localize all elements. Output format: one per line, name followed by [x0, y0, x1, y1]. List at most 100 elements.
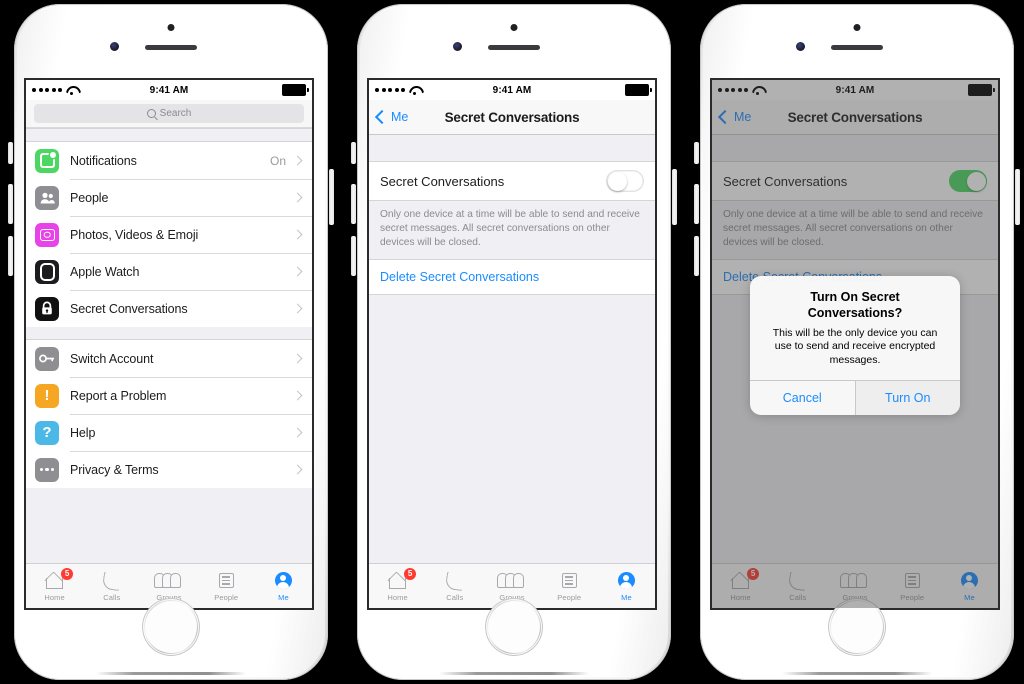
tab-home[interactable]: 5 Home — [369, 564, 426, 608]
settings-group-1: Notifications On People Photos, Videos &… — [26, 142, 312, 327]
key-glyph — [39, 354, 54, 363]
settings-row-apple-watch[interactable]: Apple Watch — [26, 253, 312, 290]
front-camera-icon — [453, 42, 462, 51]
volume-down-button[interactable] — [694, 236, 699, 276]
search-bar[interactable]: Search — [26, 100, 312, 128]
home-badge: 5 — [61, 567, 74, 580]
tab-calls[interactable]: Calls — [426, 564, 483, 608]
volume-down-button[interactable] — [8, 236, 13, 276]
phone-device-2: 9:41 AM Me Secret Conversations Secret C… — [349, 4, 679, 680]
row-label: Privacy & Terms — [70, 462, 159, 477]
delete-secret-conversations-button[interactable]: Delete Secret Conversations — [369, 260, 655, 296]
secret-conversations-toggle-row[interactable]: Secret Conversations — [369, 162, 655, 201]
tab-label: Calls — [446, 592, 464, 602]
tab-calls[interactable]: Calls — [83, 564, 140, 608]
alert-body: Turn On Secret Conversations? This will … — [750, 276, 960, 380]
volume-down-button[interactable] — [351, 236, 356, 276]
battery-full-icon — [625, 84, 652, 96]
people-glyph — [40, 192, 55, 203]
tab-people[interactable]: People — [198, 564, 255, 608]
status-bar-right — [282, 84, 309, 96]
chevron-right-icon — [292, 390, 303, 401]
phone-screen-2: 9:41 AM Me Secret Conversations Secret C… — [369, 80, 655, 608]
list-section-gap — [26, 327, 312, 340]
earpiece-speaker — [488, 45, 540, 50]
status-bar: 9:41 AM — [369, 80, 655, 100]
power-button[interactable] — [1015, 169, 1020, 225]
search-input[interactable]: Search — [34, 104, 304, 123]
home-icon: 5 — [388, 567, 417, 591]
empty-area — [369, 295, 655, 563]
settings-row-people[interactable]: People — [26, 179, 312, 216]
settings-row-switch-account[interactable]: Switch Account — [26, 340, 312, 377]
avatar-icon — [617, 571, 635, 591]
proximity-sensor-icon — [510, 24, 518, 31]
chevron-right-icon — [292, 464, 303, 475]
row-value: On — [269, 153, 286, 168]
chevron-right-icon — [292, 303, 303, 314]
bottom-antenna-line — [96, 672, 246, 675]
settings-row-help[interactable]: ? Help — [26, 414, 312, 451]
groups-icon — [154, 571, 181, 591]
groups-icon — [497, 571, 524, 591]
home-icon: 5 — [45, 567, 74, 591]
question-icon: ? — [35, 420, 59, 445]
warning-icon: ! — [35, 383, 59, 408]
lock-icon — [35, 296, 59, 321]
secret-conversations-toggle[interactable] — [606, 170, 644, 192]
phone-icon — [444, 570, 465, 591]
people-icon — [35, 185, 59, 210]
tab-label: Home — [387, 592, 408, 602]
front-camera-icon — [110, 42, 119, 51]
silent-switch[interactable] — [8, 142, 13, 164]
chevron-right-icon — [292, 353, 303, 364]
row-label: Apple Watch — [70, 264, 140, 279]
phone-screen-3: 9:41 AM Me Secret Conversations Secret C… — [712, 80, 998, 608]
volume-up-button[interactable] — [8, 184, 13, 224]
settings-row-photos-videos-emoji[interactable]: Photos, Videos & Emoji — [26, 216, 312, 253]
apple-watch-icon — [35, 259, 59, 284]
row-label: Switch Account — [70, 351, 154, 366]
settings-row-notifications[interactable]: Notifications On — [26, 142, 312, 179]
lock-glyph — [42, 301, 52, 315]
power-button[interactable] — [672, 169, 677, 225]
settings-row-privacy-terms[interactable]: Privacy & Terms — [26, 451, 312, 488]
row-label: People — [70, 190, 109, 205]
notifications-icon — [35, 148, 59, 173]
tab-label: Calls — [103, 592, 121, 602]
tab-me[interactable]: Me — [255, 564, 312, 608]
chevron-left-icon — [374, 109, 390, 125]
people-list-icon — [561, 571, 577, 591]
silent-switch[interactable] — [694, 142, 699, 164]
home-button[interactable] — [485, 598, 543, 656]
volume-up-button[interactable] — [351, 184, 356, 224]
row-label: Photos, Videos & Emoji — [70, 227, 199, 242]
key-icon — [35, 346, 59, 371]
search-icon — [146, 109, 156, 118]
secret-conversations-description: Only one device at a time will be able t… — [369, 201, 655, 261]
volume-up-button[interactable] — [694, 184, 699, 224]
power-button[interactable] — [329, 169, 334, 225]
phone-icon — [101, 570, 122, 591]
status-bar-time: 9:41 AM — [492, 84, 532, 96]
proximity-sensor-icon — [167, 24, 175, 31]
settings-row-report-a-problem[interactable]: ! Report a Problem — [26, 377, 312, 414]
chevron-right-icon — [292, 155, 303, 166]
chevron-right-icon — [292, 192, 303, 203]
settings-row-secret-conversations[interactable]: Secret Conversations — [26, 290, 312, 327]
home-button[interactable] — [142, 598, 200, 656]
tab-me[interactable]: Me — [598, 564, 655, 608]
back-button-label: Me — [391, 110, 409, 124]
row-label: Secret Conversations — [70, 301, 188, 316]
tab-home[interactable]: 5 Home — [26, 564, 83, 608]
turn-on-secret-conversations-alert: Turn On Secret Conversations? This will … — [750, 276, 960, 416]
search-placeholder: Search — [159, 108, 192, 119]
cancel-button[interactable]: Cancel — [750, 381, 855, 415]
silent-switch[interactable] — [351, 142, 356, 164]
tab-people[interactable]: People — [541, 564, 598, 608]
back-button[interactable]: Me — [374, 109, 409, 125]
home-badge: 5 — [404, 567, 417, 580]
status-bar: 9:41 AM — [26, 80, 312, 100]
turn-on-button[interactable]: Turn On — [854, 381, 960, 416]
chevron-right-icon — [292, 427, 303, 438]
